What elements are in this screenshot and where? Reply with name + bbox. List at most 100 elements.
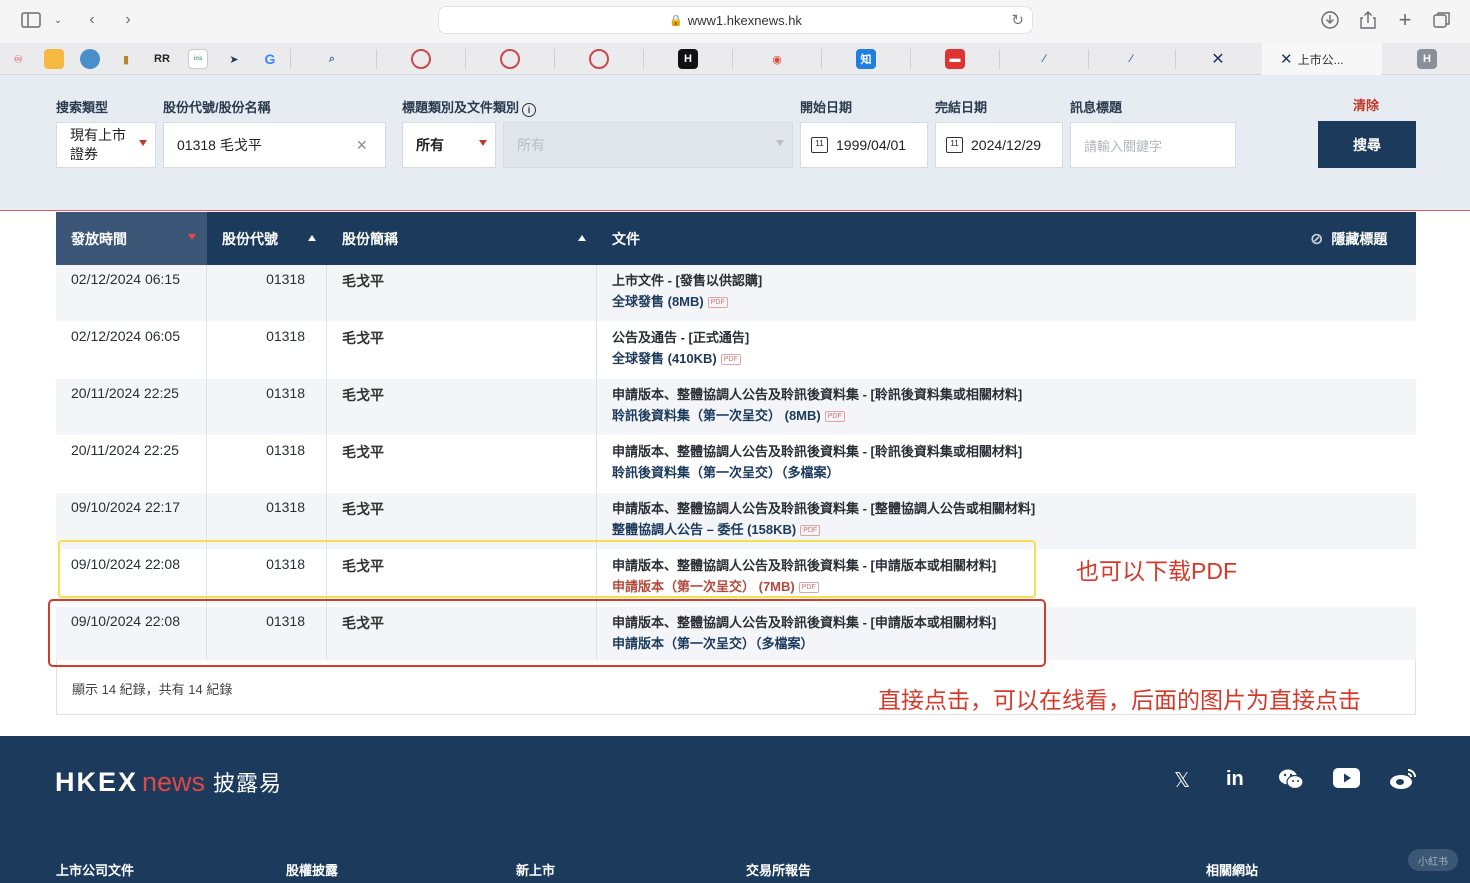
end-date-value: 2024/12/29: [971, 137, 1042, 153]
fav-icon-6[interactable]: ins: [188, 49, 208, 69]
document-title: 申請版本、整體協調人公告及聆訊後資料集 - [整體協調人公告或相關材料]: [612, 501, 1036, 516]
watermark: 小紅书: [1408, 849, 1458, 871]
stock-code: 01318: [207, 436, 327, 493]
fav-icon-1[interactable]: ♾: [8, 49, 28, 69]
hkexnews-logo[interactable]: HKEX news 披露易: [55, 766, 282, 798]
back-arrow-icon[interactable]: ‹: [84, 9, 100, 31]
wechat-icon[interactable]: [1278, 768, 1304, 796]
linkedin-icon[interactable]: in: [1226, 768, 1244, 791]
chevron-down-icon[interactable]: ⌄: [52, 9, 64, 31]
pdf-icon[interactable]: PDF: [707, 297, 728, 308]
document-title: 公告及通告 - [正式通告]: [612, 330, 750, 345]
pdf-icon[interactable]: PDF: [824, 411, 845, 422]
search-button[interactable]: 搜尋: [1318, 121, 1416, 168]
yellow-highlight-box: [58, 540, 1036, 598]
hide-titles-toggle[interactable]: ⊘ 隱藏標題: [1310, 212, 1410, 265]
weibo-tab-icon[interactable]: ◉: [767, 49, 787, 69]
fav-icon-3[interactable]: [80, 49, 100, 69]
tab-icon-h-grey[interactable]: H: [1417, 49, 1437, 69]
caret-down-icon: [776, 140, 784, 146]
table-row: 20/11/2024 22:25 01318 毛戈平 申請版本、整體協調人公告及聆訊後…: [56, 379, 1416, 436]
document-link[interactable]: 聆訊後資料集（第一次呈交） (8MB): [612, 408, 821, 423]
release-time: 20/11/2024 22:25: [56, 379, 207, 436]
zhihu-tab-icon[interactable]: 知: [856, 49, 876, 69]
document-link[interactable]: 全球發售 (8MB): [612, 294, 704, 309]
records-count: 顯示 14 紀錄，共有 14 紀錄: [72, 682, 233, 697]
tab-icon-emblem-3[interactable]: [589, 49, 609, 69]
pdf-icon[interactable]: PDF: [800, 525, 821, 536]
document-link-line: 全球發售 (8MB) PDF: [612, 291, 1416, 312]
document-cell: 上市文件 - [發售以供認購] 全球發售 (8MB) PDF: [597, 265, 1416, 322]
type-label: 搜索類型: [56, 100, 109, 115]
calendar-icon[interactable]: 11: [946, 137, 963, 153]
tab-icon-emblem-1[interactable]: [411, 49, 431, 69]
start-date-label: 開始日期: [800, 100, 853, 115]
search-tab-icon[interactable]: ⌕: [322, 49, 342, 69]
clear-button[interactable]: 清除: [1353, 95, 1379, 114]
caret-down-icon: [479, 140, 487, 146]
keyword-input[interactable]: 請輸入關鍵字: [1070, 122, 1236, 168]
calendar-icon[interactable]: 11: [811, 137, 828, 153]
tab-icon-swoosh-2[interactable]: ⁄: [1121, 49, 1141, 69]
pdf-icon[interactable]: PDF: [720, 354, 741, 365]
hkex-x-tab-icon[interactable]: ✕: [1208, 49, 1228, 69]
share-icon[interactable]: [1358, 9, 1378, 31]
document-title: 申請版本、整體協調人公告及聆訊後資料集 - [聆訊後資料集或相關材料]: [612, 444, 1023, 459]
download-icon[interactable]: [1320, 9, 1340, 31]
forward-arrow-icon[interactable]: ›: [120, 9, 136, 31]
new-tab-plus-icon[interactable]: +: [1395, 7, 1415, 32]
document-link[interactable]: 聆訊後資料集（第一次呈交）（多檔案）: [612, 465, 840, 480]
table-row: 02/12/2024 06:15 01318 毛戈平 上市文件 - [發售以供認購] 全…: [56, 265, 1416, 322]
footer-link-new-listings[interactable]: 新上市: [516, 860, 555, 879]
stock-input[interactable]: 01318 毛戈平 ×: [163, 122, 386, 168]
category-label: 標題類別及文件類別 i: [402, 97, 537, 117]
footer-link-listed-docs[interactable]: 上市公司文件: [56, 860, 134, 879]
tab-icon-emblem-2[interactable]: [500, 49, 520, 69]
fav-icon-2[interactable]: [44, 49, 64, 69]
google-icon[interactable]: G: [260, 49, 280, 69]
start-date-input[interactable]: 11 1999/04/01: [800, 122, 928, 168]
tab-icon-h[interactable]: H: [678, 49, 698, 69]
document-link[interactable]: 全球發售 (410KB): [612, 351, 717, 366]
tab-icon-swoosh-1[interactable]: ⁄: [1034, 49, 1054, 69]
clear-x-icon[interactable]: ×: [356, 135, 367, 156]
release-time: 02/12/2024 06:05: [56, 322, 207, 379]
end-date-input[interactable]: 11 2024/12/29: [935, 122, 1063, 168]
col-release-time[interactable]: 發放時間: [56, 212, 207, 265]
fav-icon-7[interactable]: ➤: [224, 49, 244, 69]
tab-overview-icon[interactable]: [1432, 9, 1452, 31]
table-row: 20/11/2024 22:25 01318 毛戈平 申請版本、整體協調人公告及聆訊後…: [56, 436, 1416, 493]
end-date-label: 完結日期: [935, 100, 988, 115]
youtube-icon[interactable]: [1333, 768, 1360, 794]
col-stock-name[interactable]: 股份簡稱: [327, 212, 597, 265]
subcategory-select[interactable]: 所有: [503, 122, 793, 168]
fav-icon-rr[interactable]: RR: [150, 49, 174, 69]
url-text: www1.hkexnews.hk: [687, 12, 802, 28]
reload-icon[interactable]: ↻: [1011, 11, 1024, 29]
stock-code: 01318: [207, 265, 327, 322]
type-select[interactable]: 現有上市證券: [56, 122, 156, 168]
type-value: 現有上市證券: [70, 127, 126, 162]
fav-icon-4[interactable]: ▮: [116, 49, 136, 69]
document-link-line: 整體協調人公告 – 委任 (158KB) PDF: [612, 519, 1416, 540]
sidebar-toggle-icon[interactable]: [20, 9, 42, 31]
results-table-header: 發放時間 股份代號 股份簡稱 文件 ⊘ 隱藏標題: [56, 212, 1416, 265]
footer-link-disclosure[interactable]: 股權披露: [286, 860, 338, 879]
sort-asc-icon: [308, 235, 316, 241]
document-link[interactable]: 整體協調人公告 – 委任 (158KB): [612, 522, 796, 537]
weibo-icon[interactable]: [1389, 768, 1417, 796]
subcategory-placeholder: 所有: [517, 137, 545, 153]
stock-label: 股份代號/股份名稱: [163, 100, 271, 115]
stock-code: 01318: [207, 379, 327, 436]
document-title: 申請版本、整體協調人公告及聆訊後資料集 - [聆訊後資料集或相關材料]: [612, 387, 1023, 402]
footer-link-related-sites[interactable]: 相關網站: [1206, 860, 1258, 879]
info-icon[interactable]: i: [522, 103, 537, 117]
category-select[interactable]: 所有: [402, 122, 496, 168]
col-stock-code[interactable]: 股份代號: [207, 212, 327, 265]
tab-icon-red[interactable]: ▬: [945, 49, 965, 69]
x-twitter-icon[interactable]: 𝕏: [1174, 768, 1190, 793]
address-bar[interactable]: 🔒 www1.hkexnews.hk ↻: [438, 6, 1033, 34]
tab-active[interactable]: ✕ 上市公...: [1262, 43, 1382, 75]
document-cell: 申請版本、整體協調人公告及聆訊後資料集 - [聆訊後資料集或相關材料] 聆訊後資料…: [597, 379, 1416, 436]
footer-link-exchange-reports[interactable]: 交易所報告: [746, 860, 811, 879]
